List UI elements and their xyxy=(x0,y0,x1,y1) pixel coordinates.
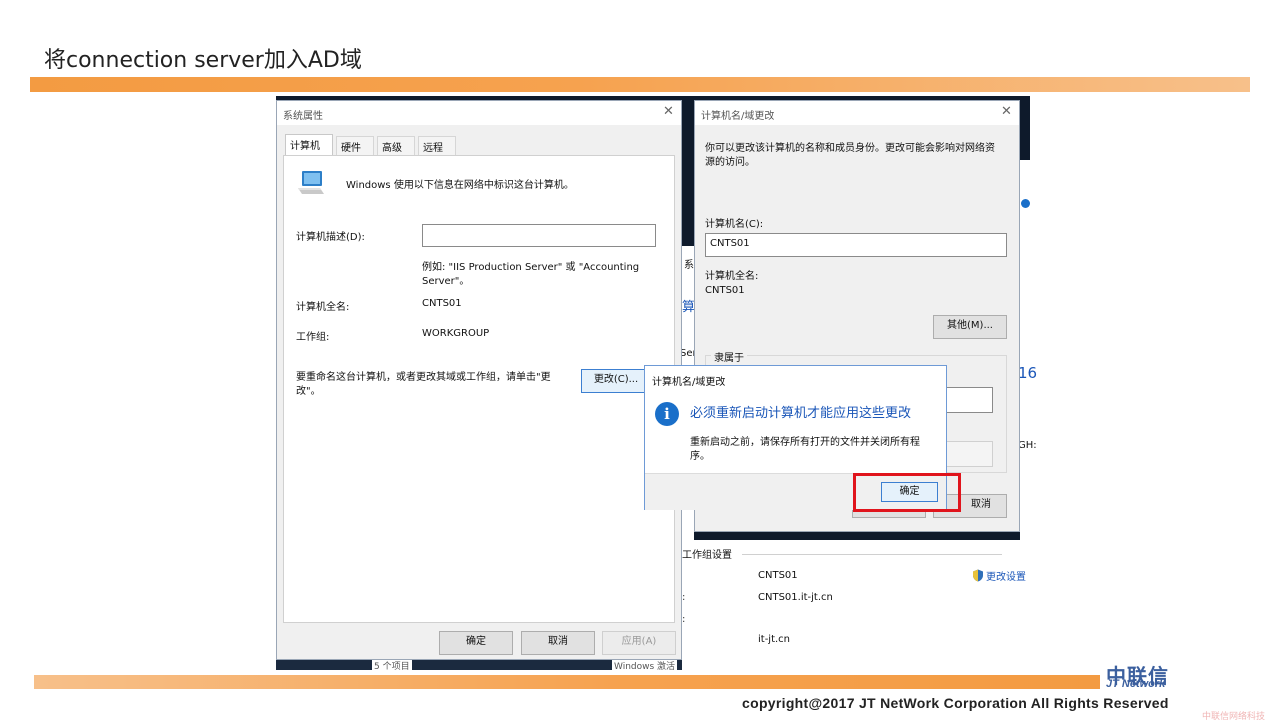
footer-orange-bar xyxy=(34,675,1100,689)
rename-text-line2: 改"。 xyxy=(296,386,321,397)
workgroup-label: 工作组: xyxy=(296,332,330,343)
close-icon[interactable]: ✕ xyxy=(1001,104,1012,119)
restart-body-line1: 重新启动之前，请保存所有打开的文件并关闭所有程 xyxy=(690,437,920,448)
ok-button[interactable]: 确定 xyxy=(439,631,513,655)
more-button[interactable]: 其他(M)... xyxy=(933,315,1007,339)
change-button[interactable]: 更改(C)... xyxy=(581,369,651,393)
restart-heading: 必须重新启动计算机才能应用这些更改 xyxy=(690,406,912,421)
intro-text: Windows 使用以下信息在网络中标识这台计算机。 xyxy=(346,180,574,191)
activation-text: Windows 激活 xyxy=(612,659,678,672)
bg-colon-1: : xyxy=(682,592,686,603)
close-icon[interactable]: ✕ xyxy=(663,104,674,119)
apply-button[interactable]: 应用(A) xyxy=(602,631,676,655)
domain-input[interactable] xyxy=(943,387,993,413)
cancel-button[interactable]: 取消 xyxy=(521,631,595,655)
tab-computer-name[interactable]: 计算机名 xyxy=(285,134,333,167)
copyright-text: copyright@2017 JT NetWork Corporation Al… xyxy=(742,695,1169,711)
bg-taskbar: 5 个项目 Windows 激活 xyxy=(276,659,682,672)
full-name-value: CNTS01 xyxy=(422,298,462,309)
workgroup-value: WORKGROUP xyxy=(422,328,490,339)
company-logo-subtext: JT Network xyxy=(1106,678,1166,690)
bg-partial-text-1: 系 xyxy=(684,260,694,271)
name-change-desc-line2: 源的访问。 xyxy=(705,157,755,168)
watermark-text: 中联信网络科技 xyxy=(1202,712,1266,722)
change-settings-link[interactable]: 更改设置 xyxy=(972,568,1026,583)
rename-text-line1: 要重命名这台计算机，或者更改其域或工作组，请单击"更 xyxy=(296,372,551,383)
system-properties-dialog: 系统属性 ✕ 计算机名 硬件 高级 远程 Windows 使用以下信息在网络中标… xyxy=(276,100,682,660)
bg-partial-text-5: GH: xyxy=(1018,440,1037,451)
tab-remote[interactable]: 远程 xyxy=(418,136,456,155)
slide-title: 将connection server加入AD域 xyxy=(44,48,362,73)
bg-full-name: CNTS01.it-jt.cn xyxy=(758,592,833,603)
name-change-desc-line1: 你可以更改该计算机的名称和成员身份。更改可能会影响对网络资 xyxy=(705,143,995,154)
change-settings-label: 更改设置 xyxy=(986,572,1026,583)
computer-name-input[interactable]: CNTS01 xyxy=(705,233,1007,257)
bg-partial-text-4: 16 xyxy=(1018,364,1038,382)
shield-icon xyxy=(973,569,983,582)
workgroup-section-label: 工作组设置 xyxy=(682,550,732,561)
full-name-value: CNTS01 xyxy=(705,285,745,296)
description-input[interactable] xyxy=(422,224,656,247)
info-icon: i xyxy=(655,402,679,426)
dialog-title: 系统属性 xyxy=(283,111,323,122)
restart-body-line2: 序。 xyxy=(690,451,710,462)
example-text-line2: Server"。 xyxy=(422,276,470,287)
dialog-titlebar: 系统属性 ✕ xyxy=(277,101,681,125)
tab-hardware[interactable]: 硬件 xyxy=(336,136,374,155)
description-label: 计算机描述(D): xyxy=(296,232,365,243)
background-system-panel: 工作组设置 CNTS01 CNTS01.it-jt.cn it-jt.cn 更改… xyxy=(682,540,1030,670)
highlight-box xyxy=(853,473,961,512)
workgroup-input[interactable] xyxy=(943,441,993,467)
name-change-cancel-label: 取消 xyxy=(971,499,991,510)
section-divider xyxy=(742,554,1002,555)
bg-colon-2: : xyxy=(682,614,686,625)
tab-content-panel: Windows 使用以下信息在网络中标识这台计算机。 计算机描述(D): 例如:… xyxy=(283,155,675,623)
computer-name-label: 计算机名(C): xyxy=(705,219,764,230)
restart-dialog-title: 计算机名/域更改 xyxy=(652,377,726,388)
full-name-label: 计算机全名: xyxy=(296,302,350,313)
bg-domain: it-jt.cn xyxy=(758,634,791,645)
full-name-label: 计算机全名: xyxy=(705,271,759,282)
bg-computer-name: CNTS01 xyxy=(758,570,798,581)
header-orange-bar xyxy=(30,77,1250,92)
name-change-title: 计算机名/域更改 xyxy=(701,111,775,122)
help-icon[interactable] xyxy=(1021,199,1030,208)
tab-advanced[interactable]: 高级 xyxy=(377,136,415,155)
background-window-edge xyxy=(1020,160,1030,540)
example-text-line1: 例如: "IIS Production Server" 或 "Accountin… xyxy=(422,262,640,273)
name-change-titlebar: 计算机名/域更改 ✕ xyxy=(695,101,1019,125)
items-count: 5 个项目 xyxy=(372,659,412,672)
member-of-label: 隶属于 xyxy=(711,349,747,364)
computer-icon xyxy=(298,171,324,194)
